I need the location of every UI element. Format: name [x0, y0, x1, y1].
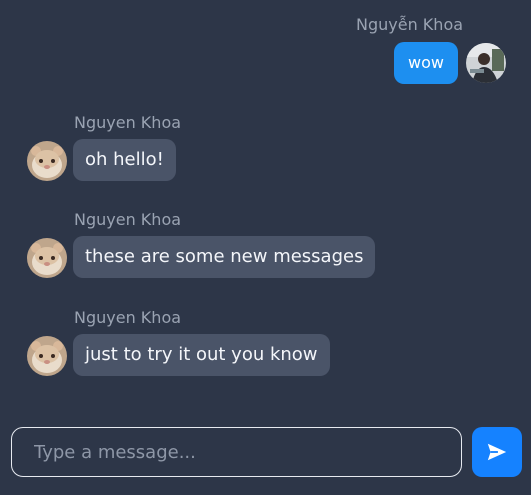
send-arrow-icon	[487, 443, 507, 461]
message-sender-name: Nguyen Khoa	[74, 113, 182, 132]
message-bubble: these are some new messages	[73, 236, 376, 278]
message-bubble: oh hello!	[73, 139, 176, 181]
message-bubble: just to try it out you know	[73, 334, 330, 376]
message-sender-name: Nguyen Khoa	[74, 210, 182, 229]
message-bubble: wow	[394, 42, 458, 84]
chat-message-list: Nguyễn Khoa wow Nguyen Khoa oh hello! Ng…	[0, 0, 531, 410]
user-photo-avatar	[466, 43, 506, 83]
hamster-avatar	[27, 141, 67, 181]
send-button[interactable]	[472, 427, 522, 477]
hamster-avatar	[27, 336, 67, 376]
message-composer	[11, 427, 462, 477]
message-sender-name: Nguyễn Khoa	[356, 15, 464, 34]
hamster-avatar	[27, 238, 67, 278]
message-input[interactable]	[32, 440, 441, 464]
message-sender-name: Nguyen Khoa	[74, 308, 182, 327]
